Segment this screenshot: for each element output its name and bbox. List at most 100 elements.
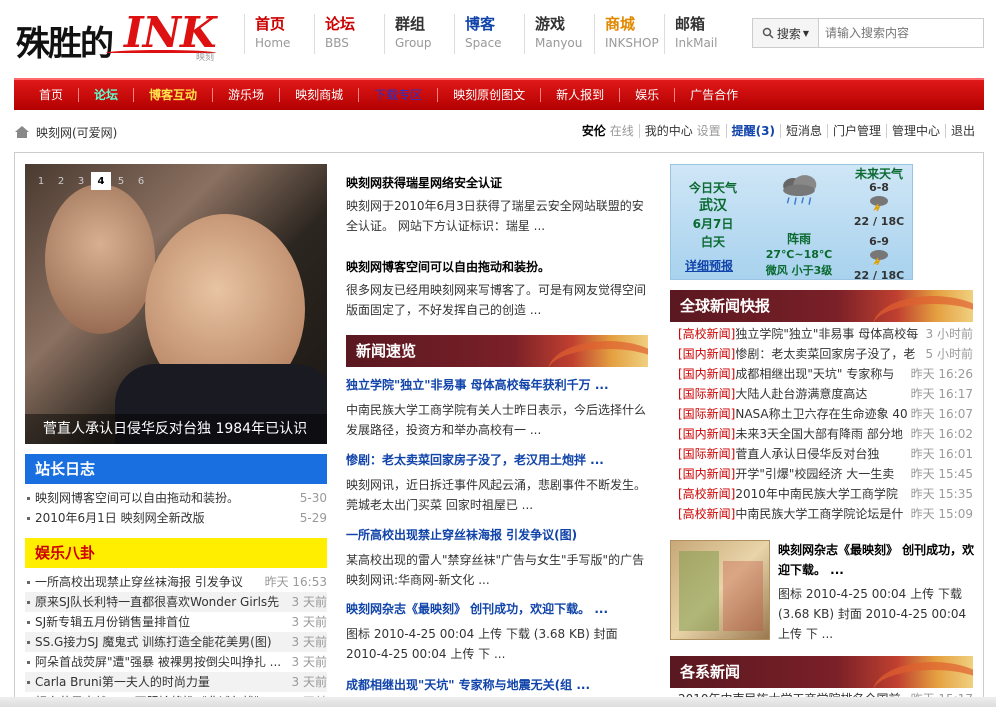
slide-page-button[interactable]: 5 bbox=[111, 172, 131, 190]
news-item-title[interactable]: 成都相继出现"天坑" 专家称与地震无关(组 ... bbox=[346, 676, 646, 694]
main-nav-bar: 首页 论坛 博客互动 游乐场 映刻商城 下载专区 映刻原创图文 新人报到 娱乐 广告合作 bbox=[14, 78, 984, 110]
main-nav-item[interactable]: 论坛 bbox=[79, 88, 135, 102]
main-nav-item[interactable]: 娱乐 bbox=[620, 88, 676, 102]
news-item-title[interactable]: 一所高校出现禁止穿丝袜海报 引发争议(图) bbox=[346, 526, 646, 544]
top-nav-sublabel: INKSHOP bbox=[605, 36, 659, 50]
main-nav-item[interactable]: 游乐场 bbox=[213, 88, 281, 102]
global-news-item[interactable]: [国内新闻]惨剧：老太卖菜回家房子没了，老 5 小时前 bbox=[678, 344, 973, 364]
news-headline: 大陆人赴台游满意度高达 bbox=[735, 387, 868, 401]
top-nav-item[interactable]: 首页 Home bbox=[244, 14, 314, 54]
slideshow[interactable]: 123456 菅直人承认日侵华反对台独 1984年已认识 bbox=[25, 164, 327, 444]
global-news-item[interactable]: [国内新闻]开学"引爆"校园经济 大一生卖 昨天 15:45 bbox=[678, 464, 973, 484]
weather-detail-link[interactable]: 详细预报 bbox=[685, 257, 733, 274]
weather-current: 阵雨 27℃~18℃ 微风 小于3级 bbox=[759, 231, 839, 279]
news-item-title[interactable]: 惨剧：老太卖菜回家房子没了，老汉用土炮拌 ... bbox=[346, 451, 646, 469]
banner-decoration bbox=[873, 662, 973, 688]
main-nav-item[interactable]: 下载专区 bbox=[359, 88, 439, 102]
slide-page-button[interactable]: 4 bbox=[91, 172, 111, 190]
settings-link[interactable]: 设置 bbox=[697, 124, 721, 138]
breadcrumb: 映刻网(可爱网) 安伦 在线 我的中心 设置 提醒(3) 短消息 门户管理 管理… bbox=[14, 120, 984, 144]
main-nav-item[interactable]: 博客互动 bbox=[134, 88, 214, 102]
breadcrumb-site-link[interactable]: 映刻网(可爱网) bbox=[36, 124, 117, 141]
global-news-item[interactable]: [国际新闻]菅直人承认日侵华反对台独 昨天 16:01 bbox=[678, 444, 973, 464]
list-item-date: 5-30 bbox=[299, 491, 327, 505]
username-link[interactable]: 安伦 bbox=[582, 124, 606, 138]
top-nav-item[interactable]: 群组 Group bbox=[384, 14, 454, 54]
admin-center-link[interactable]: 管理中心 bbox=[892, 124, 940, 138]
global-news-item[interactable]: [国际新闻]NASA称土卫六存在生命迹象 40 昨天 16:07 bbox=[678, 404, 973, 424]
top-nav-label: 首页 bbox=[255, 15, 286, 33]
global-news-item[interactable]: [高校新闻]独立学院"独立"非易事 母体高校每 3 小时前 bbox=[678, 324, 973, 344]
news-date: 5 小时前 bbox=[925, 347, 973, 361]
news-headline: 惨剧：老太卖菜回家房子没了，老 bbox=[735, 347, 916, 361]
my-center-link[interactable]: 我的中心 bbox=[645, 124, 693, 138]
weather-date: 6月7日 bbox=[692, 217, 734, 231]
top-nav-item[interactable]: 博客 Space bbox=[454, 14, 524, 54]
global-news-item[interactable]: [高校新闻]2010年中南民族大学工商学院 昨天 15:35 bbox=[678, 484, 973, 504]
news-headline: NASA称土卫六存在生命迹象 40 bbox=[735, 407, 907, 421]
main-nav-item[interactable]: 首页 bbox=[24, 88, 80, 102]
global-news-item[interactable]: [高校新闻]中南民族大学工商学院论坛是什 昨天 15:09 bbox=[678, 504, 973, 524]
slide-page-button[interactable]: 2 bbox=[51, 172, 71, 190]
news-item-title[interactable]: 映刻网杂志《最映刻》 创刊成功，欢迎下载。 ... bbox=[346, 600, 646, 618]
list-item[interactable]: SS.G接力SJ 魔鬼式 训练打造全能花美男(图) 3 天前 bbox=[25, 632, 327, 652]
global-news-item[interactable]: [国际新闻]大陆人赴台游满意度高达 昨天 16:17 bbox=[678, 384, 973, 404]
search-button[interactable]: 搜索 ▼ bbox=[753, 19, 819, 47]
station-log-title: 站长日志 bbox=[25, 454, 327, 484]
list-item[interactable]: 阿朵首战荧屏"遭"强暴 被裸男按倒尖叫挣扎 ... 3 天前 bbox=[25, 652, 327, 672]
news-date: 3 小时前 bbox=[925, 327, 973, 341]
top-nav-item[interactable]: 邮箱 InkMail bbox=[664, 14, 734, 54]
school-news-banner: 各系新闻 bbox=[670, 656, 973, 688]
slide-page-button[interactable]: 1 bbox=[31, 172, 51, 190]
list-item[interactable]: 映刻网博客空间可以自由拖动和装扮。 5-30 bbox=[25, 488, 327, 508]
top-nav-item[interactable]: 商城 INKSHOP bbox=[594, 14, 664, 54]
slide-caption[interactable]: 菅直人承认日侵华反对台独 1984年已认识 bbox=[25, 414, 327, 444]
page-bottom-edge bbox=[0, 697, 996, 707]
slide-page-button[interactable]: 3 bbox=[71, 172, 91, 190]
magazine-title[interactable]: 映刻网杂志《最映刻》 创刊成功，欢迎下载。 ... bbox=[778, 540, 978, 580]
news-date: 昨天 16:26 bbox=[910, 367, 973, 381]
messages-link[interactable]: 短消息 bbox=[786, 124, 822, 138]
home-icon[interactable] bbox=[14, 125, 30, 139]
main-nav-item[interactable]: 新人报到 bbox=[541, 88, 621, 102]
global-news-item[interactable]: [国内新闻]未来3天全国大部有降雨 部分地 昨天 16:02 bbox=[678, 424, 973, 444]
list-item[interactable]: SJ新专辑五月份销售量排首位 3 天前 bbox=[25, 612, 327, 632]
news-headline: 开学"引爆"校园经济 大一生卖 bbox=[735, 467, 895, 481]
search-input[interactable] bbox=[819, 19, 983, 47]
main-nav-item[interactable]: 广告合作 bbox=[675, 88, 753, 102]
main-nav-item[interactable]: 映刻原创图文 bbox=[438, 88, 542, 102]
list-item-date: 3 天前 bbox=[291, 615, 327, 629]
list-item[interactable]: Carla Bruni第一夫人的时尚力量 3 天前 bbox=[25, 672, 327, 692]
main-nav-item[interactable]: 映刻商城 bbox=[280, 88, 360, 102]
top-article-title[interactable]: 映刻网获得瑞星网络安全认证 bbox=[346, 174, 646, 192]
top-article-title[interactable]: 映刻网博客空间可以自由拖动和装扮。 bbox=[346, 258, 646, 276]
online-status: 在线 bbox=[609, 124, 634, 138]
global-news-item[interactable]: [国内新闻]成都相继出现"天坑" 专家称与 昨天 16:26 bbox=[678, 364, 973, 384]
slideshow-pager: 123456 bbox=[31, 172, 151, 190]
news-date: 昨天 15:45 bbox=[910, 467, 973, 481]
logout-link[interactable]: 退出 bbox=[951, 124, 975, 138]
slide-page-button[interactable]: 6 bbox=[131, 172, 151, 190]
top-nav-sublabel: Manyou bbox=[535, 36, 583, 50]
news-item-body: 图标 2010-4-25 00:04 上传 下载 (3.68 KB) 封面 20… bbox=[346, 627, 618, 661]
news-headline: 成都相继出现"天坑" 专家称与 bbox=[735, 367, 895, 381]
weather-city: 武汉 bbox=[699, 198, 727, 214]
site-logo[interactable]: 殊胜的 INK 映刻 bbox=[14, 8, 234, 64]
remind-link[interactable]: 提醒(3) bbox=[732, 124, 775, 138]
portal-admin-link[interactable]: 门户管理 bbox=[833, 124, 881, 138]
list-item-date: 3 天前 bbox=[291, 595, 327, 609]
list-item[interactable]: 一所高校出现禁止穿丝袜海报 引发争议 昨天 16:53 bbox=[25, 572, 327, 592]
top-nav-item[interactable]: 游戏 Manyou bbox=[524, 14, 594, 54]
top-nav-item[interactable]: 论坛 BBS bbox=[314, 14, 384, 54]
news-item-body: 映刻网讯，近日拆迁事件风起云涌，悲剧事件不断发生。莞城老太出门买菜 回家时祖屋已… bbox=[346, 478, 647, 512]
list-item[interactable]: 2010年6月1日 映刻网全新改版 5-29 bbox=[25, 508, 327, 528]
list-item-text: 原来SJ队长利特一直都很喜欢Wonder Girls先 bbox=[25, 592, 279, 612]
list-item[interactable]: 原来SJ队长利特一直都很喜欢Wonder Girls先 3 天前 bbox=[25, 592, 327, 612]
magazine-body: 图标 2010-4-25 00:04 上传 下载 (3.68 KB) 封面 20… bbox=[778, 587, 967, 641]
list-item-date: 3 天前 bbox=[291, 635, 327, 649]
magazine-thumbnail[interactable] bbox=[670, 540, 770, 640]
news-item-title[interactable]: 独立学院"独立"非易事 母体高校每年获利千万 ... bbox=[346, 376, 646, 394]
news-flash-title: 新闻速览 bbox=[356, 342, 417, 360]
top-nav: 首页 Home 论坛 BBS 群组 Group 博客 Space 游戏 Manyou 商城 INKSH… bbox=[244, 14, 734, 54]
magazine-article: 映刻网杂志《最映刻》 创刊成功，欢迎下载。 ... 图标 2010-4-25 0… bbox=[778, 540, 978, 644]
